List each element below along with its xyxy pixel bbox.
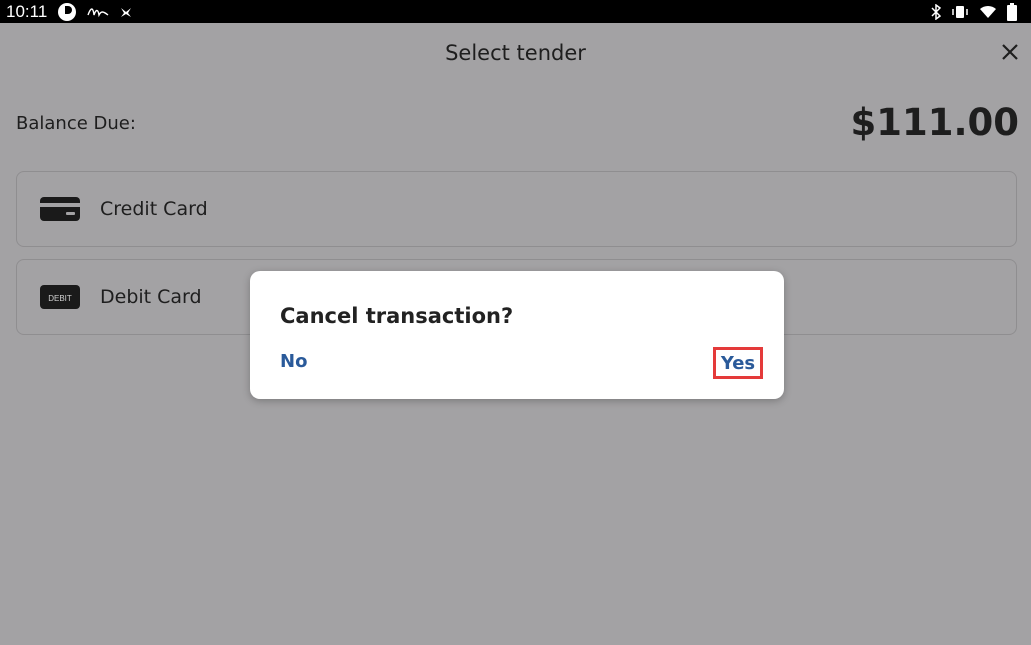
- wifi-icon: [980, 5, 996, 18]
- svg-text:DEBIT: DEBIT: [48, 294, 72, 303]
- vibrate-icon: [952, 5, 968, 18]
- cancel-transaction-dialog: Cancel transaction? No Yes: [250, 271, 784, 399]
- debit-card-icon: DEBIT: [40, 285, 80, 309]
- page-title: Select tender: [445, 41, 586, 65]
- bluetooth-icon: [931, 3, 941, 20]
- bird-icon: [121, 7, 132, 17]
- tender-label: Debit Card: [100, 286, 202, 308]
- dialog-title: Cancel transaction?: [280, 304, 514, 328]
- yes-button[interactable]: Yes: [713, 347, 763, 379]
- app-notification-icon: [58, 2, 77, 21]
- tender-credit-card[interactable]: Credit Card: [16, 171, 1017, 247]
- balance-due-amount: $111.00: [850, 101, 1019, 144]
- status-time: 10:11: [6, 1, 48, 21]
- signature-icon: [87, 7, 109, 17]
- credit-card-icon: [40, 197, 80, 221]
- status-bar: 10:11: [0, 0, 1031, 23]
- balance-due-label: Balance Due:: [16, 113, 136, 134]
- close-icon[interactable]: [999, 41, 1021, 63]
- no-button[interactable]: No: [280, 351, 307, 372]
- tender-label: Credit Card: [100, 198, 208, 220]
- battery-icon: [1007, 2, 1017, 21]
